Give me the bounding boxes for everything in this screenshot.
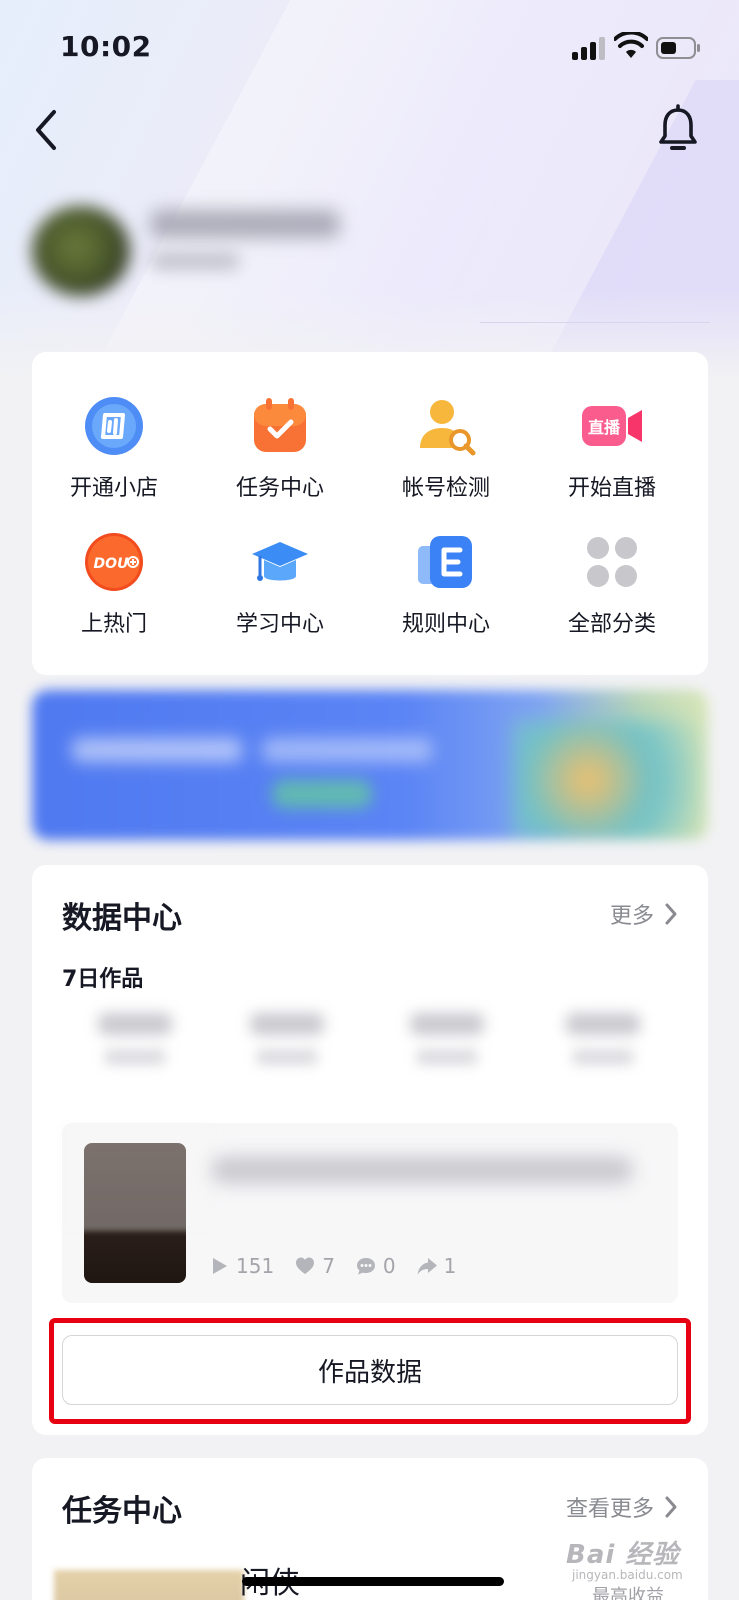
notification-bell-icon[interactable]	[656, 104, 700, 156]
data-center-card: 数据中心 更多 7日作品 151 7 0 1 作品数据	[32, 865, 708, 1435]
play-icon	[213, 1258, 227, 1274]
tool-task-center[interactable]: 任务中心	[210, 396, 350, 506]
tool-label: 任务中心	[235, 476, 324, 501]
watermark-sub-text: jingyan.baidu.com	[572, 1568, 683, 1582]
play-count-value: 151	[236, 1254, 275, 1278]
tool-label: 上热门	[80, 612, 147, 637]
home-indicator	[242, 1577, 504, 1586]
heart-icon	[296, 1257, 315, 1274]
back-arrow-icon[interactable]	[30, 106, 64, 154]
banner-button-blurred	[272, 780, 372, 808]
account-check-icon	[420, 400, 476, 456]
tool-label: 规则中心	[401, 612, 490, 637]
chevron-right-icon	[665, 1496, 677, 1518]
dou-badge-text: DOU	[94, 556, 130, 572]
graduation-cap-icon	[252, 542, 308, 581]
task-calendar-icon	[254, 398, 306, 452]
tool-open-store[interactable]: 开通小店	[44, 396, 184, 506]
share-count: 1	[416, 1254, 457, 1278]
video-stats: 151 7 0 1	[208, 1251, 456, 1281]
banner-text-blurred	[262, 738, 432, 762]
tool-start-live[interactable]: 直播 开始直播	[542, 396, 682, 506]
stat-blurred	[80, 1005, 190, 1075]
chevron-right-icon	[665, 903, 677, 925]
stat-blurred	[392, 1005, 502, 1075]
stat-blurred	[232, 1005, 342, 1075]
play-count: 151	[208, 1254, 274, 1278]
comment-count: 0	[355, 1254, 396, 1278]
tool-account-check[interactable]: 帐号检测	[376, 396, 516, 506]
status-bar: 10:02	[0, 28, 739, 68]
task-item-meta: 最高收益	[592, 1586, 664, 1600]
data-center-title: 数据中心	[62, 901, 182, 936]
share-count-value: 1	[443, 1254, 457, 1278]
comment-count-value: 0	[382, 1254, 396, 1278]
tools-grid-card: 开通小店 任务中心 帐号检测 直播 开始直播 DOU 上热门 学习中心 规则中心…	[32, 352, 708, 675]
tool-label: 帐号检测	[401, 476, 490, 501]
data-center-more-link[interactable]: 更多	[610, 899, 678, 929]
header-divider	[480, 322, 710, 323]
seven-day-works-label: 7日作品	[62, 967, 144, 992]
battery-icon	[656, 37, 700, 59]
all-categories-icon	[587, 537, 637, 587]
profile-summary[interactable]	[28, 200, 448, 300]
live-badge-text: 直播	[588, 418, 621, 437]
comment-icon	[356, 1258, 375, 1275]
stat-blurred	[548, 1005, 658, 1075]
live-camera-icon: 直播	[582, 406, 642, 446]
banner-illustration	[512, 720, 702, 840]
avatar	[32, 206, 130, 296]
rules-doc-icon	[418, 536, 472, 588]
dou-plus-icon: DOU	[85, 533, 143, 591]
watermark-main-text: Bai 经验	[566, 1540, 680, 1570]
user-subtitle-blurred	[150, 252, 240, 270]
more-label: 查看更多	[565, 1497, 654, 1522]
task-thumbnail	[54, 1570, 244, 1600]
thumbnail-overlay	[62, 1123, 212, 1231]
like-count: 7	[294, 1254, 335, 1278]
tool-learning-center[interactable]: 学习中心	[210, 532, 350, 642]
tool-hot-promote[interactable]: DOU 上热门	[44, 532, 184, 642]
more-label: 更多	[609, 904, 654, 929]
tool-rules-center[interactable]: 规则中心	[376, 532, 516, 642]
like-count-value: 7	[322, 1254, 335, 1278]
tool-label: 学习中心	[235, 612, 324, 637]
video-title-blurred	[212, 1157, 632, 1183]
tool-label: 全部分类	[567, 612, 656, 637]
task-center-title: 任务中心	[62, 1494, 182, 1529]
share-icon	[417, 1258, 437, 1275]
tool-label: 开始直播	[567, 476, 656, 501]
status-time: 10:02	[60, 30, 152, 63]
baidu-jingyan-watermark: Bai 经验 jingyan.baidu.com	[566, 1534, 716, 1584]
store-icon	[85, 397, 143, 455]
task-center-more-link[interactable]: 查看更多	[566, 1492, 678, 1522]
promo-banner[interactable]	[32, 690, 708, 840]
tool-label: 开通小店	[69, 476, 158, 501]
wifi-icon	[614, 32, 648, 58]
cellular-signal-icon	[572, 36, 608, 60]
banner-text-blurred	[72, 738, 242, 762]
tool-all-categories[interactable]: 全部分类	[542, 532, 682, 642]
works-data-button[interactable]: 作品数据	[62, 1335, 678, 1405]
recent-video-item[interactable]: 151 7 0 1	[62, 1123, 678, 1303]
username-blurred	[150, 210, 340, 238]
